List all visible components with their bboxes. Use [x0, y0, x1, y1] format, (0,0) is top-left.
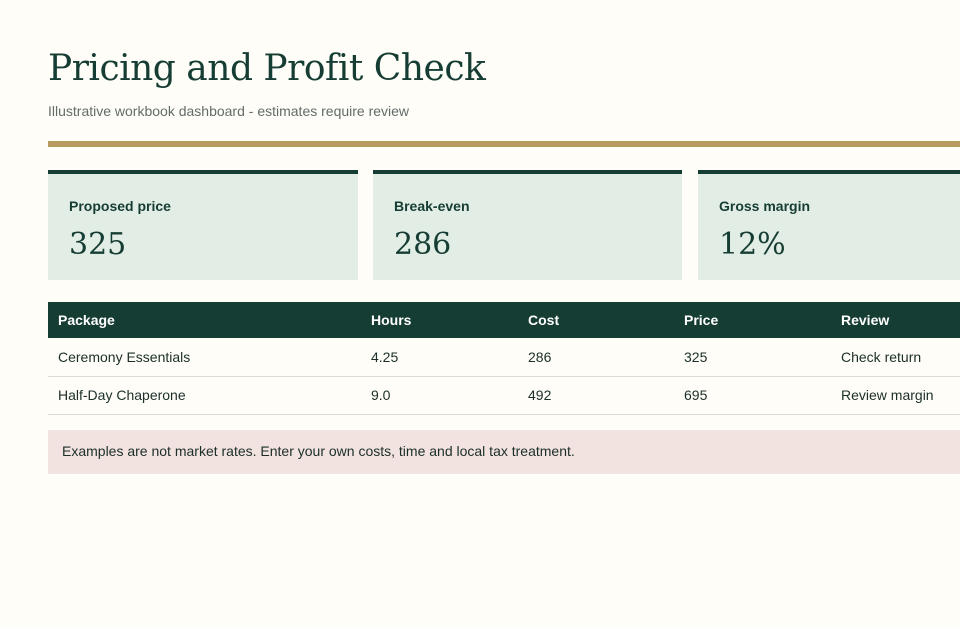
disclaimer-note: Examples are not market rates. Enter you… [48, 430, 960, 474]
cell-hours[interactable]: 4.25 [361, 338, 518, 377]
kpi-label: Proposed price [69, 198, 171, 214]
kpi-card-break-even: Break-even 286 [373, 170, 682, 280]
header-divider [48, 141, 960, 147]
packages-table: Package Hours Cost Price Review Ceremony… [48, 302, 960, 415]
column-header-cost[interactable]: Cost [518, 302, 674, 338]
cell-package[interactable]: Half-Day Chaperone [48, 376, 361, 415]
dashboard-page: Pricing and Profit Check Illustrative wo… [48, 0, 960, 628]
page-title: Pricing and Profit Check [48, 48, 486, 89]
column-header-review[interactable]: Review [831, 302, 960, 338]
kpi-card-gross-margin: Gross margin 12% [698, 170, 960, 280]
table-row[interactable]: Half-Day Chaperone 9.0 492 695 Review ma… [48, 376, 960, 415]
kpi-value: 325 [69, 227, 127, 262]
cell-package[interactable]: Ceremony Essentials [48, 338, 361, 377]
page-subtitle: Illustrative workbook dashboard - estima… [48, 103, 410, 119]
kpi-card-proposed-price: Proposed price 325 [48, 170, 358, 280]
table-header-row: Package Hours Cost Price Review [48, 302, 960, 338]
column-header-package[interactable]: Package [48, 302, 361, 338]
kpi-value: 12% [719, 227, 786, 262]
kpi-label: Break-even [394, 198, 470, 214]
column-header-price[interactable]: Price [674, 302, 831, 338]
cell-review[interactable]: Review margin [831, 376, 960, 415]
kpi-value: 286 [394, 227, 452, 262]
cell-price[interactable]: 325 [674, 338, 831, 377]
cell-review[interactable]: Check return [831, 338, 960, 377]
kpi-cards: Proposed price 325 Break-even 286 Gross … [48, 170, 960, 280]
cell-cost[interactable]: 492 [518, 376, 674, 415]
cell-hours[interactable]: 9.0 [361, 376, 518, 415]
cell-price[interactable]: 695 [674, 376, 831, 415]
table-row[interactable]: Ceremony Essentials 4.25 286 325 Check r… [48, 338, 960, 377]
kpi-label: Gross margin [719, 198, 811, 214]
cell-cost[interactable]: 286 [518, 338, 674, 377]
column-header-hours[interactable]: Hours [361, 302, 518, 338]
